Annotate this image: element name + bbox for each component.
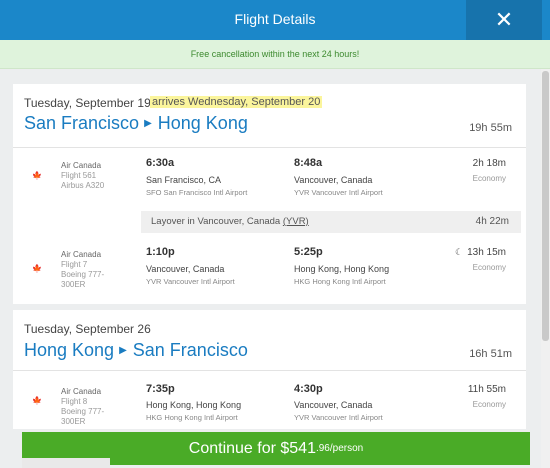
departure-airport: YVR Vancouver Intl Airport <box>146 277 235 286</box>
segment-airline-info: Air Canada Flight 561 Airbus A320 <box>61 161 104 191</box>
return-date: Tuesday, September 26 <box>24 322 151 336</box>
arrival-city: Vancouver, Canada <box>294 175 373 185</box>
arrival-city: Vancouver, Canada <box>294 400 373 410</box>
departure-airport: SFO San Francisco Intl Airport <box>146 188 248 197</box>
route-origin: San Francisco <box>24 113 140 133</box>
departure-time: 1:10p <box>146 246 175 258</box>
arrow-right-icon: ▶ <box>144 118 152 129</box>
departure-time: 6:30a <box>146 157 175 169</box>
layover-text: Layover in Vancouver, Canada (YVR) <box>151 216 309 227</box>
layover-bar: Layover in Vancouver, Canada (YVR) 4h 22… <box>141 211 521 233</box>
header-bar: Flight Details ✕ <box>0 0 550 40</box>
segment-duration: 2h 18m <box>472 158 506 169</box>
arrival-time: 8:48a <box>294 157 323 169</box>
departure-city: San Francisco, CA <box>146 175 222 185</box>
departure-city: Vancouver, Canada <box>146 264 225 274</box>
airline-name: Air Canada <box>61 387 102 396</box>
segment-duration-value: 13h 15m <box>467 247 506 258</box>
arrival-time: 4:30p <box>294 383 323 395</box>
cabin-class: Economy <box>472 174 506 183</box>
return-total-duration: 16h 51m <box>469 348 512 360</box>
aircraft-type: Airbus A320 <box>61 181 105 190</box>
banner-text: Free cancellation within the next 24 hou… <box>190 49 360 59</box>
scrollbar[interactable] <box>541 69 550 468</box>
layover-duration: 4h 22m <box>475 216 509 227</box>
arrival-note: arrives Wednesday, September 20 <box>150 96 323 108</box>
overnight-moon-icon: ☾ <box>455 247 464 257</box>
return-route: Hong Kong ▶ San Francisco <box>24 340 248 361</box>
continue-price-cents: .96/person <box>315 443 364 454</box>
air-canada-logo-icon: 🍁 <box>32 396 42 405</box>
divider <box>13 370 526 371</box>
arrival-city: Hong Kong, Hong Kong <box>294 264 390 274</box>
details-scroll-area[interactable]: Tuesday, September 19 arrives Wednesday,… <box>0 69 541 429</box>
departure-city: Hong Kong, Hong Kong <box>146 400 242 410</box>
arrival-airport: YVR Vancouver Intl Airport <box>294 188 383 197</box>
scrollbar-thumb[interactable] <box>542 71 549 341</box>
airline-name: Air Canada <box>61 161 102 170</box>
return-card: Tuesday, September 26 Hong Kong ▶ San Fr… <box>13 310 526 429</box>
route-destination: San Francisco <box>132 340 248 360</box>
layover-location: Layover in Vancouver, Canada <box>151 216 281 227</box>
air-canada-logo-icon: 🍁 <box>32 264 42 273</box>
flight-number: Flight 7 <box>61 260 88 269</box>
outbound-date: Tuesday, September 19 <box>24 96 151 110</box>
airline-name: Air Canada <box>61 250 102 259</box>
segment-duration: 11h 55m <box>467 384 506 395</box>
close-icon: ✕ <box>494 7 514 32</box>
departure-airport: HKG Hong Kong Intl Airport <box>146 413 238 422</box>
divider <box>13 147 526 148</box>
cabin-class: Economy <box>472 263 506 272</box>
segment-airline-info: Air Canada Flight 8 Boeing 777-300ER <box>61 387 117 427</box>
segment-airline-info: Air Canada Flight 7 Boeing 777-300ER <box>61 250 117 290</box>
flight-number: Flight 8 <box>61 397 88 406</box>
arrival-time: 5:25p <box>294 246 323 258</box>
layover-airport-link[interactable]: (YVR) <box>283 216 309 227</box>
bottom-tab <box>22 458 110 468</box>
route-origin: Hong Kong <box>24 340 115 360</box>
aircraft-type: Boeing 777-300ER <box>61 270 105 289</box>
departure-time: 7:35p <box>146 383 175 395</box>
route-destination: Hong Kong <box>157 113 248 133</box>
flight-number: Flight 561 <box>61 171 97 180</box>
continue-price: Continue for $541 <box>188 439 316 457</box>
arrival-airport: HKG Hong Kong Intl Airport <box>294 277 386 286</box>
arrow-right-icon: ▶ <box>119 345 127 356</box>
cabin-class: Economy <box>472 400 506 409</box>
air-canada-logo-icon: 🍁 <box>32 171 42 180</box>
aircraft-type: Boeing 777-300ER <box>61 407 105 426</box>
arrival-airport: YVR Vancouver Intl Airport <box>294 413 383 422</box>
outbound-total-duration: 19h 55m <box>469 122 512 134</box>
cancellation-banner: Free cancellation within the next 24 hou… <box>0 40 550 69</box>
outbound-card: Tuesday, September 19 arrives Wednesday,… <box>13 84 526 304</box>
outbound-route: San Francisco ▶ Hong Kong <box>24 113 248 134</box>
segment-duration: ☾ 13h 15m <box>455 247 506 258</box>
close-button[interactable]: ✕ <box>466 0 542 40</box>
